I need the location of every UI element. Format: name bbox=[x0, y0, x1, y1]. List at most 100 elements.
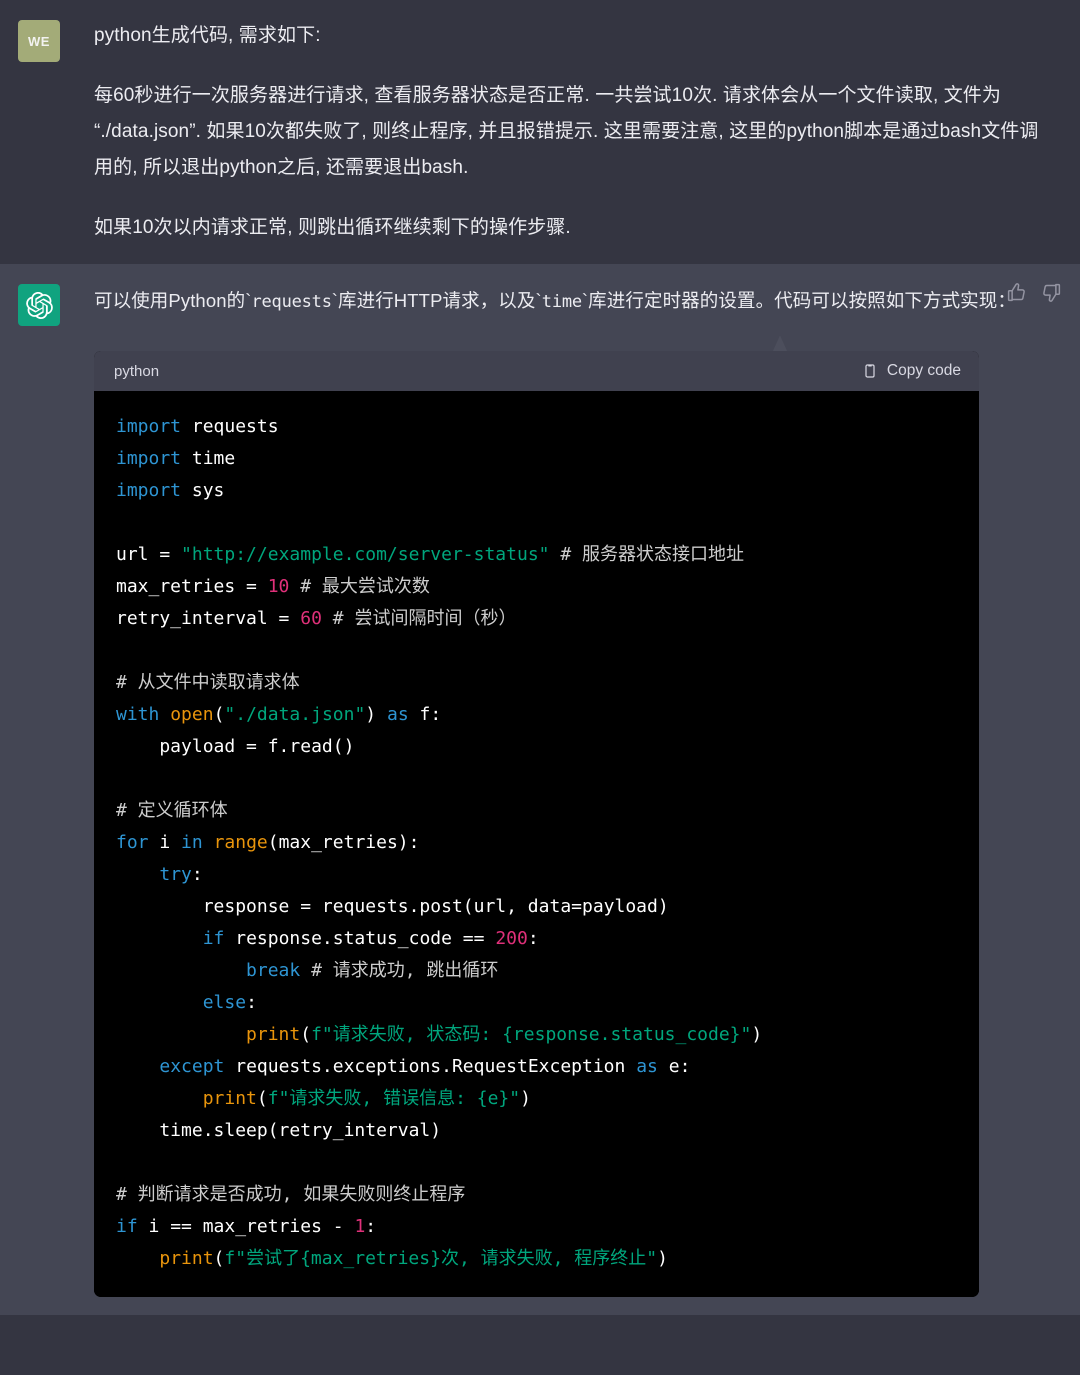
thumbs-down-icon[interactable] bbox=[1041, 282, 1062, 303]
code-token-pl: ( bbox=[214, 1248, 225, 1269]
code-token-num: 1 bbox=[354, 1216, 365, 1237]
code-token-str: "./data.json" bbox=[224, 704, 365, 725]
code-token-str: f"请求失败, 错误信息: {e}" bbox=[268, 1088, 520, 1109]
code-block: python Copy code import requestsimport t… bbox=[94, 351, 979, 1297]
code-token-pl: : bbox=[192, 864, 203, 885]
code-line: response = requests.post(url, data=paylo… bbox=[116, 891, 957, 923]
code-token-pl: ( bbox=[300, 1024, 311, 1045]
code-token-pl: f: bbox=[409, 704, 442, 725]
code-token-kw: as bbox=[636, 1056, 658, 1077]
code-line bbox=[116, 763, 957, 795]
code-token-pl bbox=[116, 1024, 246, 1045]
code-token-str: f"请求失败, 状态码: {response.status_code}" bbox=[311, 1024, 751, 1045]
code-token-pl: e: bbox=[658, 1056, 691, 1077]
code-token-pl: requests bbox=[181, 416, 279, 437]
code-token-pl bbox=[116, 992, 203, 1013]
code-token-com: # 定义循环体 bbox=[116, 800, 228, 821]
code-line: # 定义循环体 bbox=[116, 795, 957, 827]
code-token-kw: import bbox=[116, 416, 181, 437]
code-language-label: python bbox=[114, 363, 159, 380]
user-message: WE python生成代码, 需求如下: 每60秒进行一次服务器进行请求, 查看… bbox=[0, 0, 1080, 264]
code-line: print(f"请求失败, 状态码: {response.status_code… bbox=[116, 1019, 957, 1051]
code-token-com: # 从文件中读取请求体 bbox=[116, 672, 300, 693]
openai-logo-icon bbox=[26, 292, 53, 319]
code-token-com: # 判断请求是否成功, 如果失败则终止程序 bbox=[116, 1184, 465, 1205]
code-token-kw: with bbox=[116, 704, 159, 725]
code-token-com: # 请求成功, 跳出循环 bbox=[311, 960, 498, 981]
code-token-pl: ) bbox=[751, 1024, 762, 1045]
code-line: except requests.exceptions.RequestExcept… bbox=[116, 1051, 957, 1083]
intro-seg-1: 可以使用Python的` bbox=[94, 290, 251, 311]
assistant-message: 可以使用Python的`requests`库进行HTTP请求，以及`time`库… bbox=[0, 264, 1080, 1315]
code-line: with open("./data.json") as f: bbox=[116, 699, 957, 731]
code-content[interactable]: import requestsimport timeimport sys url… bbox=[94, 391, 979, 1297]
code-token-com: # 服务器状态接口地址 bbox=[560, 544, 744, 565]
code-line: # 判断请求是否成功, 如果失败则终止程序 bbox=[116, 1179, 957, 1211]
inline-code-time: time bbox=[542, 292, 582, 312]
conversation: WE python生成代码, 需求如下: 每60秒进行一次服务器进行请求, 查看… bbox=[0, 0, 1080, 1315]
code-token-pl: response.status_code == bbox=[224, 928, 495, 949]
code-line: print(f"请求失败, 错误信息: {e}") bbox=[116, 1083, 957, 1115]
code-token-pl bbox=[300, 960, 311, 981]
code-token-pl: i bbox=[149, 832, 182, 853]
code-line: retry_interval = 60 # 尝试间隔时间（秒） bbox=[116, 603, 957, 635]
code-token-num: 10 bbox=[268, 576, 290, 597]
assistant-intro-paragraph: 可以使用Python的`requests`库进行HTTP请求，以及`time`库… bbox=[94, 282, 1048, 321]
assistant-avatar bbox=[18, 284, 60, 326]
inline-code-requests: requests bbox=[251, 292, 331, 312]
code-token-pl: max_retries = bbox=[116, 576, 268, 597]
code-token-pl: retry_interval = bbox=[116, 608, 300, 629]
code-token-pl bbox=[116, 1248, 159, 1269]
code-token-kw: for bbox=[116, 832, 149, 853]
code-line: import time bbox=[116, 443, 957, 475]
code-token-pl: ) bbox=[365, 704, 387, 725]
code-token-pl: : bbox=[365, 1216, 376, 1237]
code-line: break # 请求成功, 跳出循环 bbox=[116, 955, 957, 987]
code-line: for i in range(max_retries): bbox=[116, 827, 957, 859]
code-token-str: "http://example.com/server-status" bbox=[181, 544, 549, 565]
code-line: time.sleep(retry_interval) bbox=[116, 1115, 957, 1147]
code-token-kw: as bbox=[387, 704, 409, 725]
intro-seg-3: `库进行定时器的设置。代码可以按照如下方式实现： bbox=[582, 290, 1016, 311]
code-token-pl bbox=[116, 928, 203, 949]
user-paragraph-3: 如果10次以内请求正常, 则跳出循环继续剩下的操作步骤. bbox=[94, 210, 1048, 246]
code-line: # 从文件中读取请求体 bbox=[116, 667, 957, 699]
code-token-kw: break bbox=[246, 960, 300, 981]
code-token-pl: response = requests.post(url, data=paylo… bbox=[116, 896, 669, 917]
code-token-pl bbox=[289, 576, 300, 597]
code-token-pl: : bbox=[528, 928, 539, 949]
code-block-header: python Copy code bbox=[94, 351, 979, 391]
code-line: import requests bbox=[116, 411, 957, 443]
code-token-pl: ( bbox=[257, 1088, 268, 1109]
code-line bbox=[116, 635, 957, 667]
code-token-pl bbox=[159, 704, 170, 725]
thumbs-up-icon[interactable] bbox=[1006, 282, 1027, 303]
copy-code-button[interactable]: Copy code bbox=[862, 362, 961, 380]
code-token-pl bbox=[203, 832, 214, 853]
code-token-pl: time.sleep(retry_interval) bbox=[116, 1120, 441, 1141]
code-line: max_retries = 10 # 最大尝试次数 bbox=[116, 571, 957, 603]
code-token-kw: if bbox=[116, 1216, 138, 1237]
code-token-kw: try bbox=[159, 864, 192, 885]
code-token-pl: ) bbox=[520, 1088, 531, 1109]
user-paragraph-1: python生成代码, 需求如下: bbox=[94, 18, 1048, 54]
user-avatar: WE bbox=[18, 20, 60, 62]
code-token-pl bbox=[550, 544, 561, 565]
code-token-pl: i == max_retries - bbox=[138, 1216, 355, 1237]
code-line: print(f"尝试了{max_retries}次, 请求失败, 程序终止") bbox=[116, 1243, 957, 1275]
code-token-pl: time bbox=[181, 448, 235, 469]
copy-code-label: Copy code bbox=[887, 362, 961, 380]
feedback-controls bbox=[1006, 282, 1062, 303]
code-line: import sys bbox=[116, 475, 957, 507]
code-token-pl: url = bbox=[116, 544, 181, 565]
code-token-bi: print bbox=[159, 1248, 213, 1269]
code-token-pl: requests.exceptions.RequestException bbox=[224, 1056, 636, 1077]
code-token-bi: open bbox=[170, 704, 213, 725]
code-line: if i == max_retries - 1: bbox=[116, 1211, 957, 1243]
user-message-body: python生成代码, 需求如下: 每60秒进行一次服务器进行请求, 查看服务器… bbox=[60, 18, 1058, 246]
code-token-kw: import bbox=[116, 448, 181, 469]
code-token-kw: if bbox=[203, 928, 225, 949]
code-token-pl bbox=[116, 1088, 203, 1109]
code-token-str: f"尝试了{max_retries}次, 请求失败, 程序终止" bbox=[224, 1248, 657, 1269]
code-token-com: # 尝试间隔时间（秒） bbox=[333, 608, 517, 629]
